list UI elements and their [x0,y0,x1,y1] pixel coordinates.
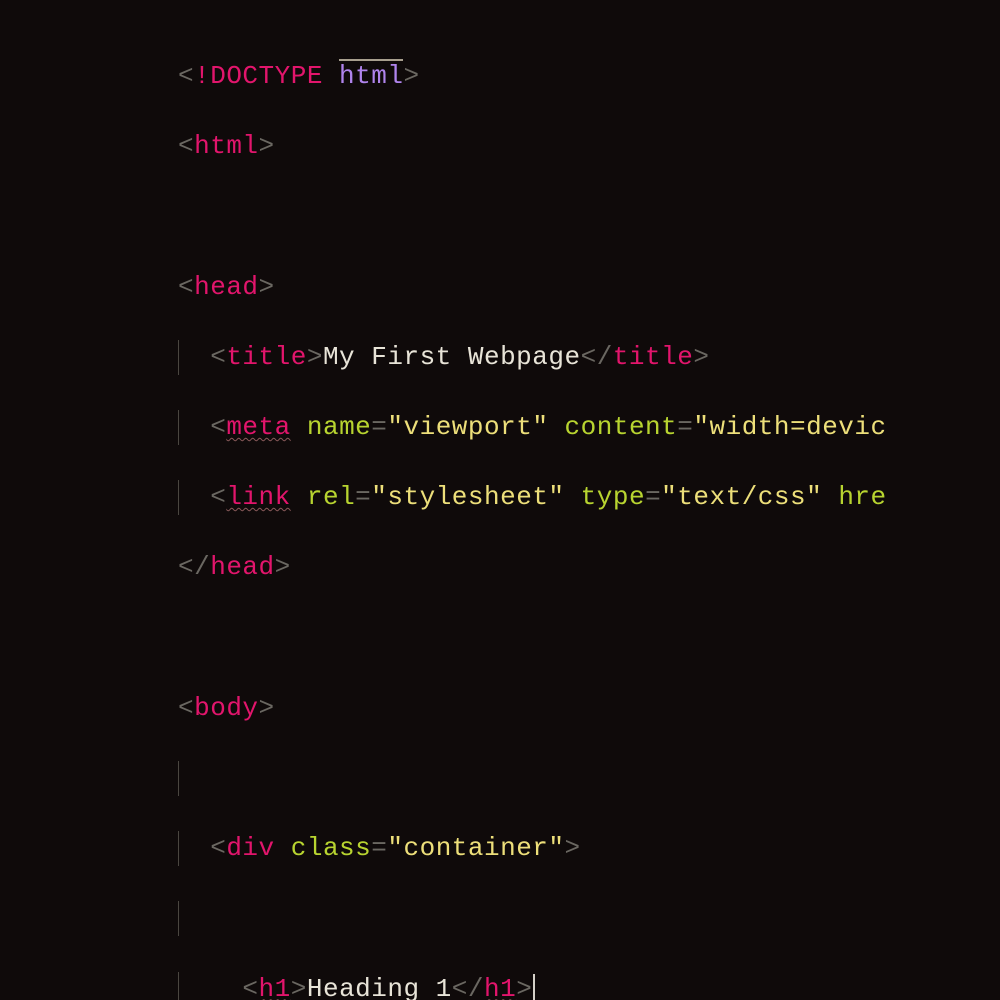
angle-bracket: > [516,974,532,1000]
tag-name: html [194,131,258,161]
tag-name: head [194,272,258,302]
code-line: <head> [178,270,1000,305]
blank-line [178,901,1000,936]
angle-bracket: < [210,412,226,442]
text-cursor [533,974,535,1000]
blank-line [178,621,1000,656]
equals: = [355,482,371,512]
text-content: Heading 1 [307,974,452,1000]
doctype-bang: ! [194,61,210,91]
equals: = [371,833,387,863]
angle-bracket: < [178,552,194,582]
code-editor[interactable]: <!DOCTYPE html> <html> <head> <title>My … [0,0,1000,500]
indent-guide [178,972,179,1000]
code-line: <!DOCTYPE html> [178,59,1000,94]
code-line: <html> [178,129,1000,164]
code-line: </head> [178,550,1000,585]
angle-bracket: < [210,482,226,512]
attr-name: rel [307,482,355,512]
code-line: <div class="container"> [178,831,1000,866]
angle-bracket: > [259,272,275,302]
angle-bracket: > [403,61,419,91]
angle-bracket: > [259,693,275,723]
angle-bracket: < [178,61,194,91]
attr-name: content [565,412,678,442]
attr-value: "container" [387,833,564,863]
tag-name: head [210,552,274,582]
tag-name: div [226,833,274,863]
blank-line [178,761,1000,796]
angle-bracket: < [178,272,194,302]
angle-bracket: > [565,833,581,863]
angle-bracket: > [275,552,291,582]
code-line: <meta name="viewport" content="width=dev… [178,410,1000,445]
equals: = [371,412,387,442]
angle-bracket: < [242,974,258,1000]
attr-name: type [581,482,645,512]
doctype-value: html [339,61,403,91]
attr-name: class [291,833,372,863]
angle-bracket: > [259,131,275,161]
attr-name: hre [838,482,886,512]
indent-guide [178,340,179,375]
tag-name: link [226,482,290,512]
indent-guide [178,901,179,936]
attr-value: "stylesheet" [371,482,564,512]
slash: / [468,974,484,1000]
code-line: <body> [178,691,1000,726]
text-content: My First Webpage [323,342,581,372]
angle-bracket: > [291,974,307,1000]
indent-guide [178,761,179,796]
tag-name: title [226,342,307,372]
tag-name: meta [226,412,290,442]
angle-bracket: < [178,131,194,161]
angle-bracket: > [307,342,323,372]
tag-name: h1 [484,974,516,1000]
indent-guide [178,480,179,515]
slash: / [194,552,210,582]
tag-name: title [613,342,694,372]
blank-line [178,199,1000,234]
attr-value: "width=devic [693,412,886,442]
angle-bracket: < [452,974,468,1000]
code-line: <link rel="stylesheet" type="text/css" h… [178,480,1000,515]
code-line: <h1>Heading 1</h1> [178,972,1000,1000]
attr-name: name [307,412,371,442]
equals: = [677,412,693,442]
indent-guide [178,831,179,866]
angle-bracket: < [210,342,226,372]
code-line: <title>My First Webpage</title> [178,340,1000,375]
attr-value: "viewport" [387,412,548,442]
equals: = [645,482,661,512]
tag-name: h1 [259,974,291,1000]
angle-bracket: < [581,342,597,372]
angle-bracket: < [178,693,194,723]
attr-value: "text/css" [661,482,822,512]
angle-bracket: > [693,342,709,372]
indent-guide [178,410,179,445]
tag-name: body [194,693,258,723]
slash: / [597,342,613,372]
doctype-keyword: DOCTYPE [210,61,323,91]
angle-bracket: < [210,833,226,863]
